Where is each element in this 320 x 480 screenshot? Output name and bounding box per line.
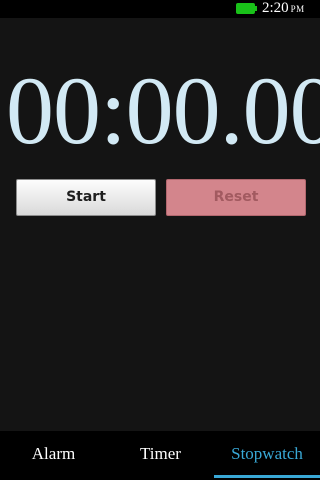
tab-alarm[interactable]: Alarm bbox=[0, 431, 107, 477]
reset-button[interactable]: Reset bbox=[166, 179, 306, 216]
active-tab-indicator bbox=[214, 475, 320, 478]
stopwatch-panel: 00:00.00 Start Reset bbox=[0, 18, 320, 431]
status-time: 2:20 bbox=[262, 0, 289, 16]
tab-stopwatch[interactable]: Stopwatch bbox=[214, 431, 320, 477]
battery-icon bbox=[236, 3, 257, 14]
status-bar: 2:20 PM bbox=[0, 0, 320, 18]
start-button[interactable]: Start bbox=[16, 179, 156, 216]
tab-timer[interactable]: Timer bbox=[107, 431, 214, 477]
status-clock: 2:20 PM bbox=[262, 0, 305, 18]
stopwatch-display: 00:00.00 bbox=[6, 57, 320, 164]
tab-bar: Alarm Timer Stopwatch bbox=[0, 431, 320, 480]
status-ampm: PM bbox=[290, 4, 305, 14]
